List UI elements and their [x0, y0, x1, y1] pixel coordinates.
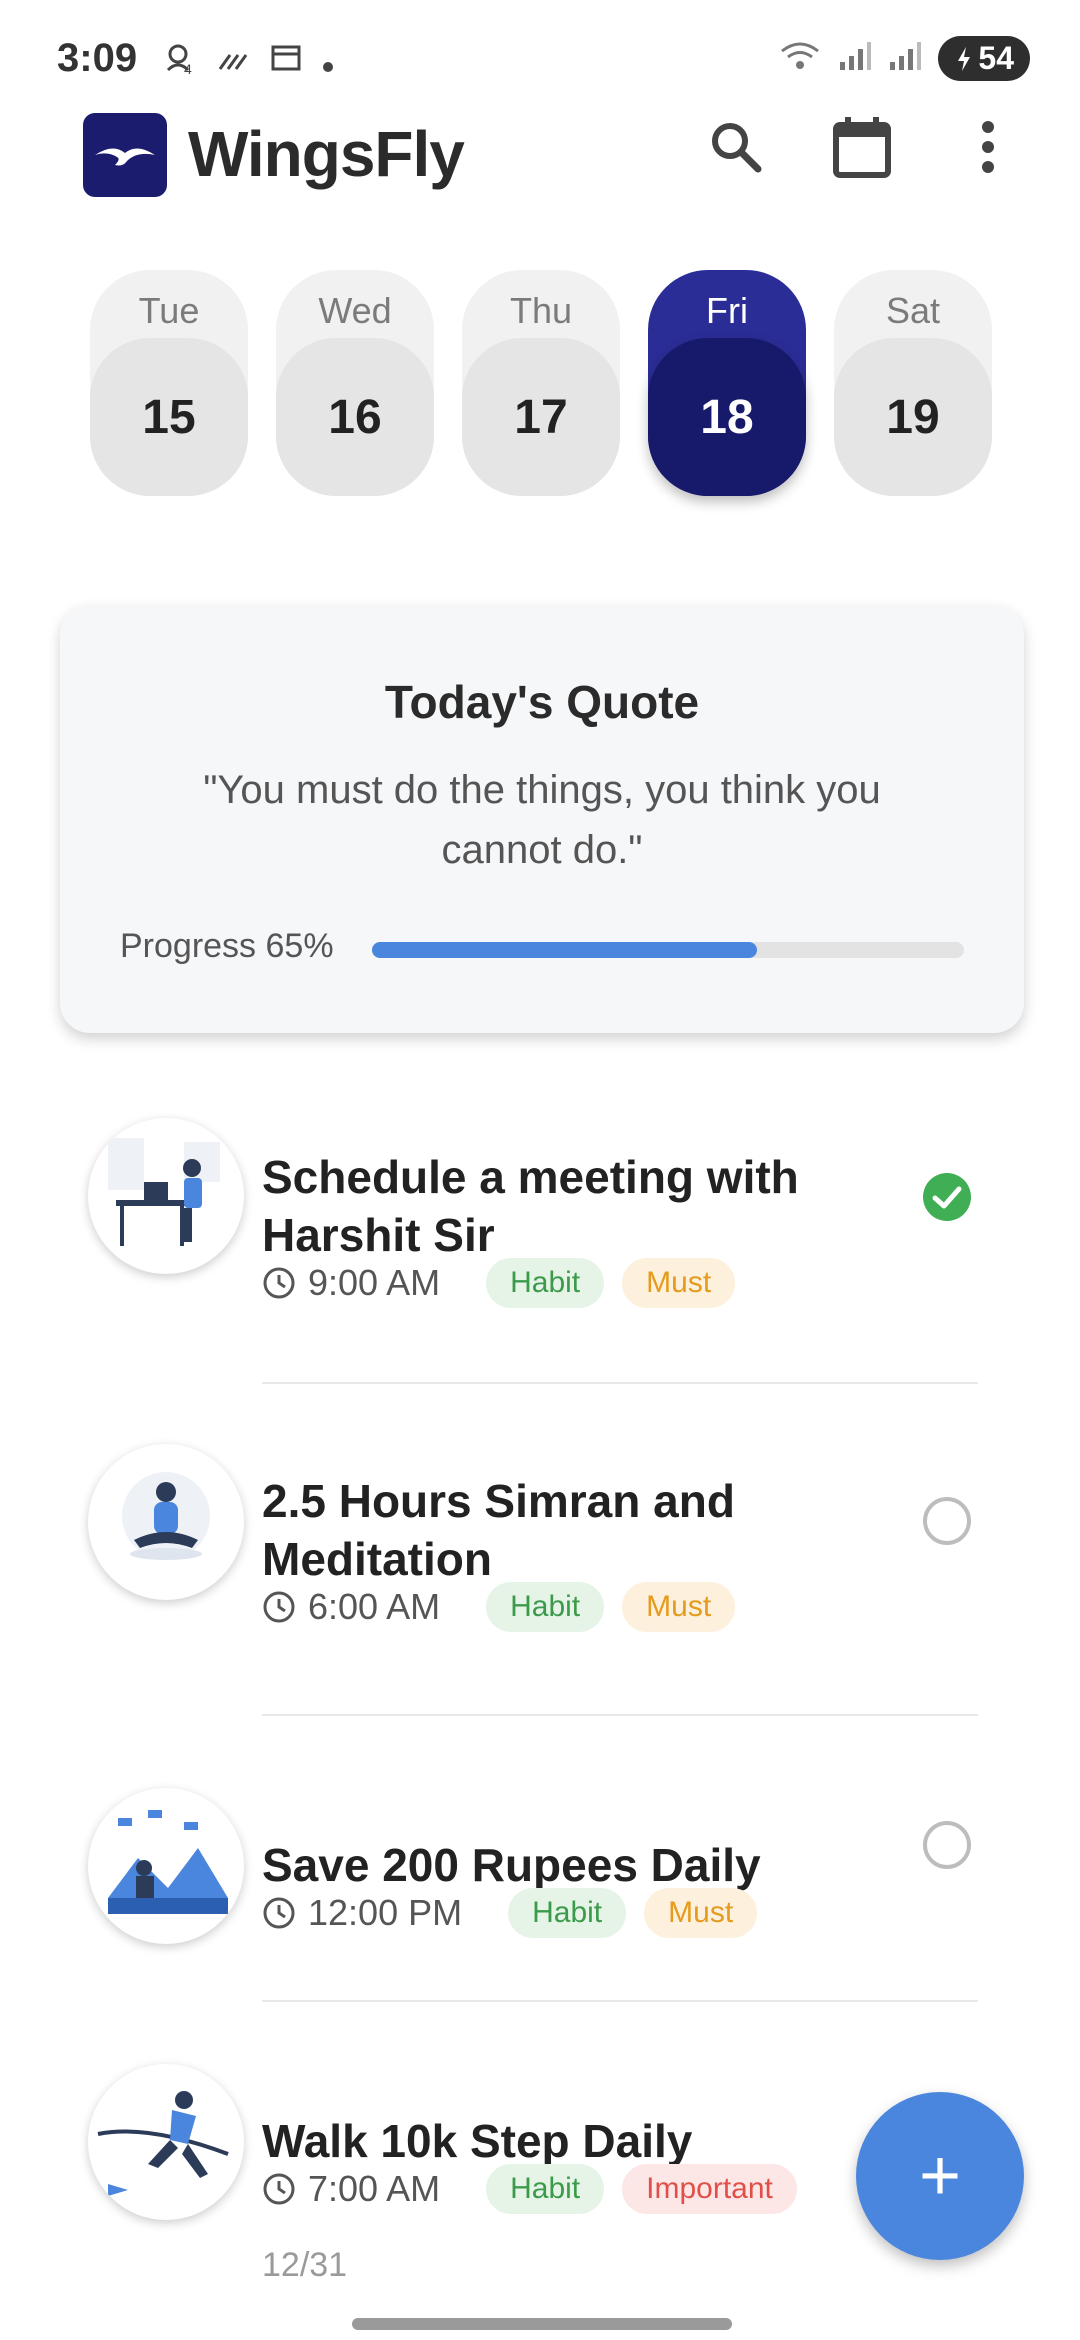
- day-card-selected[interactable]: Fri 18: [648, 270, 806, 496]
- divider: [262, 2000, 978, 2002]
- task-time-text: 12:00 PM: [308, 1892, 463, 1933]
- day-card[interactable]: Sat 19: [834, 270, 992, 496]
- day-number: 16: [276, 338, 434, 496]
- app-bar: WingsFly: [0, 105, 1080, 225]
- task-progress-count: 12/31: [262, 2246, 348, 2284]
- svg-text:4: 4: [184, 61, 192, 76]
- calendar-icon: [270, 43, 302, 81]
- add-task-button[interactable]: +: [856, 2092, 1024, 2260]
- task-illustration: [88, 1118, 244, 1274]
- task-time-text: 9:00 AM: [308, 1262, 441, 1303]
- task-title: 2.5 Hours Simran and Meditation: [262, 1475, 735, 1585]
- circle-outline-icon: [923, 1497, 971, 1545]
- task-meta: 7:00 AM Habit Important: [262, 2164, 797, 2214]
- task-title: Walk 10k Step Daily: [262, 2115, 693, 2167]
- task-time: 6:00 AM: [262, 1586, 440, 1628]
- status-icons-left: 4: [162, 40, 334, 84]
- tag-important: Important: [622, 2164, 797, 2214]
- day-number: 17: [462, 338, 620, 496]
- tag-must: Must: [622, 1258, 736, 1308]
- day-of-week: Thu: [509, 290, 573, 331]
- dot-icon: [322, 44, 334, 81]
- day-of-week: Tue: [138, 290, 200, 331]
- app-actions: [704, 115, 1020, 179]
- check-circle-icon: [923, 1173, 971, 1221]
- date-strip: Tue 15 Wed 16 Thu 17 Fri 18 Sat 19: [90, 270, 992, 496]
- signal-activity-icon: [218, 44, 250, 81]
- gesture-nav-handle[interactable]: [352, 2318, 732, 2330]
- status-bar: 3:09 4 54: [0, 0, 1080, 110]
- app-title: WingsFly: [188, 118, 465, 190]
- quote-title: Today's Quote: [384, 676, 700, 728]
- plus-icon: +: [918, 2136, 962, 2216]
- task-illustration: [88, 1788, 244, 1944]
- progress-fill: [372, 942, 757, 958]
- clock-icon: [263, 1267, 295, 1299]
- more-vert-icon[interactable]: [956, 115, 1020, 179]
- tag-must: Must: [622, 1582, 736, 1632]
- app-logo: [83, 113, 167, 197]
- tag-must: Must: [644, 1888, 758, 1938]
- clock-icon: [263, 1591, 295, 1623]
- task-checkbox[interactable]: [922, 1820, 972, 1870]
- task-meta: 12:00 PM Habit Must: [262, 1888, 758, 1938]
- day-card[interactable]: Wed 16: [276, 270, 434, 496]
- cell-signal-icon: [838, 40, 872, 77]
- task-time-text: 7:00 AM: [308, 2168, 441, 2209]
- task-checkbox-checked[interactable]: [922, 1172, 972, 1222]
- tag-habit: Habit: [486, 2164, 605, 2214]
- clock-icon: [263, 1897, 295, 1929]
- day-number: 19: [834, 338, 992, 496]
- task-checkbox[interactable]: [922, 1496, 972, 1546]
- tag-habit: Habit: [486, 1582, 605, 1632]
- task-time: 12:00 PM: [262, 1892, 462, 1934]
- wifi-icon: [778, 39, 822, 78]
- tag-habit: Habit: [508, 1888, 627, 1938]
- day-number: 15: [90, 338, 248, 496]
- task-time: 9:00 AM: [262, 1262, 440, 1304]
- search-icon[interactable]: [704, 115, 768, 179]
- task-illustration: [88, 2064, 244, 2220]
- task-title: Save 200 Rupees Daily: [262, 1839, 761, 1891]
- status-time: 3:09: [57, 36, 138, 80]
- day-number: 18: [648, 338, 806, 496]
- task-illustration: [88, 1444, 244, 1600]
- progress-label: Progress 65%: [120, 927, 334, 965]
- notification-icon: 4: [162, 40, 198, 84]
- divider: [262, 1714, 978, 1716]
- tag-habit: Habit: [486, 1258, 605, 1308]
- task-title: Schedule a meeting with Harshit Sir: [262, 1151, 799, 1261]
- quote-card: Today's Quote "You must do the things, y…: [60, 605, 1024, 1033]
- task-meta: 6:00 AM Habit Must: [262, 1582, 736, 1632]
- divider: [262, 1382, 978, 1384]
- calendar-icon[interactable]: [830, 115, 894, 179]
- battery-icon: 54: [938, 36, 1030, 81]
- circle-outline-icon: [923, 1821, 971, 1869]
- day-of-week: Sat: [885, 290, 941, 331]
- day-card[interactable]: Tue 15: [90, 270, 248, 496]
- day-of-week: Fri: [706, 290, 748, 331]
- cell-signal-icon: [888, 40, 922, 77]
- battery-level: 54: [978, 40, 1014, 76]
- task-time: 7:00 AM: [262, 2168, 440, 2210]
- status-icons-right: 54: [778, 36, 1030, 81]
- quote-text: "You must do the things, you think you c…: [203, 768, 881, 872]
- clock-icon: [263, 2173, 295, 2205]
- task-time-text: 6:00 AM: [308, 1586, 441, 1627]
- day-card[interactable]: Thu 17: [462, 270, 620, 496]
- day-of-week: Wed: [318, 290, 392, 331]
- task-meta: 9:00 AM Habit Must: [262, 1258, 736, 1308]
- bird-logo-icon: [95, 148, 155, 166]
- progress-bar: [372, 942, 964, 958]
